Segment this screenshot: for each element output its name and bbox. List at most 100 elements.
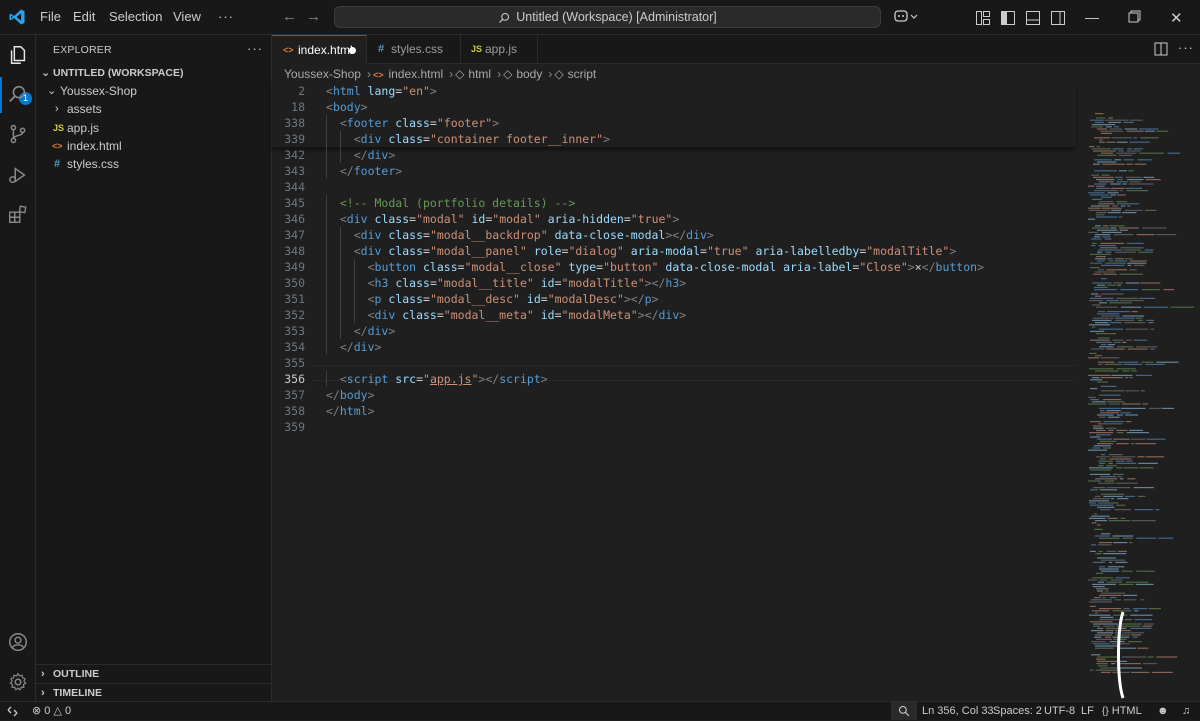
- end-of-line[interactable]: LF: [1081, 702, 1094, 720]
- toggle-panel-icon[interactable]: [1025, 10, 1041, 26]
- indentation[interactable]: Spaces: 2: [993, 702, 1042, 720]
- toggle-primary-sidebar-icon[interactable]: [1000, 10, 1016, 26]
- timeline-section[interactable]: › TIMELINE: [36, 683, 271, 703]
- run-debug-icon[interactable]: [7, 164, 29, 186]
- tab-index-html[interactable]: <> index.html: [272, 35, 367, 64]
- tree-item-styles-css[interactable]: # styles.css: [36, 155, 271, 173]
- tree-item-index-html[interactable]: <> index.html: [36, 137, 271, 155]
- code-editor[interactable]: 342 </div> 343 </footer> 344 345 <!-- Modal (p…: [272, 147, 1076, 701]
- workspace-header[interactable]: ⌄ UNTITLED (WORKSPACE): [36, 64, 271, 82]
- code-line[interactable]: 343 </footer>: [272, 163, 1076, 179]
- vscode-logo-icon[interactable]: [8, 8, 26, 26]
- menu-more-button[interactable]: ···: [218, 9, 234, 24]
- indent-guide: [339, 131, 341, 147]
- customize-layout-icon[interactable]: [975, 10, 991, 26]
- copilot-icon[interactable]: [893, 8, 919, 24]
- minimap-line: [1100, 242, 1125, 244]
- minimap-line: [1118, 150, 1124, 152]
- encoding[interactable]: UTF-8: [1044, 702, 1075, 720]
- zoom-indicator[interactable]: [891, 702, 917, 720]
- code-line[interactable]: 346 <div class="modal" id="modal" aria-hi…: [272, 211, 1076, 227]
- minimap-line: [1121, 212, 1137, 214]
- copilot-status-icon[interactable]: ☻: [1157, 702, 1169, 720]
- minimap-line: [1100, 440, 1117, 442]
- code-line[interactable]: 339 <div class="container footer__inner">: [272, 131, 1076, 147]
- settings-gear-icon[interactable]: [7, 671, 29, 693]
- breadcrumb-item[interactable]: script: [568, 67, 597, 81]
- code-text: <!-- Modal (portfolio details) -->: [340, 195, 575, 211]
- menu-file[interactable]: File: [40, 9, 61, 24]
- code-line[interactable]: 355: [272, 355, 1076, 371]
- explorer-icon[interactable]: [7, 44, 29, 66]
- source-control-icon[interactable]: [7, 123, 29, 145]
- code-line[interactable]: 18 <body>: [272, 99, 1076, 115]
- code-line[interactable]: 356 <script src="app.js"></script>: [272, 371, 1076, 387]
- code-token: class: [388, 244, 423, 258]
- problems-indicator[interactable]: ⊗ 0 △ 0: [32, 702, 71, 720]
- minimap-line: [1133, 487, 1154, 489]
- tab-app-js[interactable]: JS app.js: [461, 35, 538, 64]
- cursor-position[interactable]: Ln 356, Col 33: [922, 702, 994, 720]
- remote-indicator[interactable]: [0, 702, 26, 720]
- explorer-more-button[interactable]: ···: [247, 41, 263, 56]
- sticky-scroll[interactable]: 2 <html lang="en"> 18 <body> 338 <footer clas…: [272, 83, 1076, 147]
- menu-selection[interactable]: Selection: [109, 9, 162, 24]
- notifications-bell-icon[interactable]: ♫: [1182, 702, 1190, 720]
- code-line[interactable]: 359: [272, 419, 1076, 435]
- forward-arrow-icon[interactable]: →: [306, 8, 321, 25]
- indent-guide: [353, 307, 355, 323]
- breadcrumb-item[interactable]: body: [516, 67, 542, 81]
- code-line[interactable]: 350 <h3 class="modal__title" id="modalTit…: [272, 275, 1076, 291]
- minimap-line: [1097, 438, 1112, 440]
- code-token: =: [554, 308, 562, 322]
- outline-section[interactable]: › OUTLINE: [36, 664, 271, 684]
- code-line[interactable]: 354 </div>: [272, 339, 1076, 355]
- code-line[interactable]: 349 <button class="modal__close" type="bu…: [272, 259, 1076, 275]
- code-line[interactable]: 2 <html lang="en">: [272, 83, 1076, 99]
- explorer-title: EXPLORER: [53, 44, 112, 56]
- unsaved-dot-icon[interactable]: [349, 47, 356, 54]
- minimap-line: [1126, 460, 1134, 462]
- tree-item-app-js[interactable]: JS app.js: [36, 119, 271, 137]
- code-line[interactable]: 342 </div>: [272, 147, 1076, 163]
- tree-item-assets[interactable]: › assets: [36, 100, 271, 118]
- toggle-secondary-sidebar-icon[interactable]: [1050, 10, 1066, 26]
- breadcrumb-item[interactable]: html: [468, 67, 491, 81]
- back-arrow-icon[interactable]: ←: [282, 8, 297, 25]
- minimap-line: [1098, 665, 1108, 667]
- account-icon[interactable]: [7, 631, 29, 653]
- editor-more-button[interactable]: ···: [1178, 40, 1194, 55]
- minimize-icon[interactable]: —: [1085, 9, 1099, 25]
- code-line[interactable]: 347 <div class="modal__backdrop" data-clo…: [272, 227, 1076, 243]
- minimap-line: [1117, 361, 1139, 363]
- code-line[interactable]: 357 </body>: [272, 387, 1076, 403]
- extensions-icon[interactable]: [7, 203, 29, 225]
- minimap[interactable]: [1084, 83, 1200, 701]
- minimap-scrollbar-slider[interactable]: [1114, 610, 1126, 700]
- chevron-right-icon: ›: [366, 67, 371, 81]
- code-line[interactable]: 348 <div class="modal__panel" role="dialo…: [272, 243, 1076, 259]
- code-line[interactable]: 344: [272, 179, 1076, 195]
- breadcrumb-item[interactable]: index.html: [388, 67, 443, 81]
- code-line[interactable]: 353 </div>: [272, 323, 1076, 339]
- menu-view[interactable]: View: [173, 9, 201, 24]
- minimap-line: [1103, 421, 1125, 423]
- code-text: </div>: [340, 339, 382, 355]
- language-mode[interactable]: {} HTML: [1102, 702, 1142, 721]
- search-icon[interactable]: [7, 83, 29, 105]
- menu-edit[interactable]: Edit: [73, 9, 95, 24]
- folder-row[interactable]: ⌄ Youssex-Shop: [36, 82, 271, 100]
- split-editor-icon[interactable]: [1154, 42, 1168, 56]
- tab-styles-css[interactable]: # styles.css: [367, 35, 461, 64]
- minimap-line: [1098, 550, 1103, 552]
- close-icon[interactable]: ✕: [1170, 9, 1183, 27]
- breadcrumb-item[interactable]: Youssex-Shop: [284, 67, 361, 81]
- minimap-line: [1125, 282, 1140, 284]
- code-line[interactable]: 338 <footer class="footer">: [272, 115, 1076, 131]
- code-line[interactable]: 352 <div class="modal__meta" id="modalMet…: [272, 307, 1076, 323]
- code-line[interactable]: 345 <!-- Modal (portfolio details) -->: [272, 195, 1076, 211]
- code-line[interactable]: 351 <p class="modal__desc" id="modalDesc"…: [272, 291, 1076, 307]
- restore-icon[interactable]: [1128, 10, 1141, 23]
- command-center-search[interactable]: Untitled (Workspace) [Administrator]: [334, 6, 881, 28]
- code-line[interactable]: 358 </html>: [272, 403, 1076, 419]
